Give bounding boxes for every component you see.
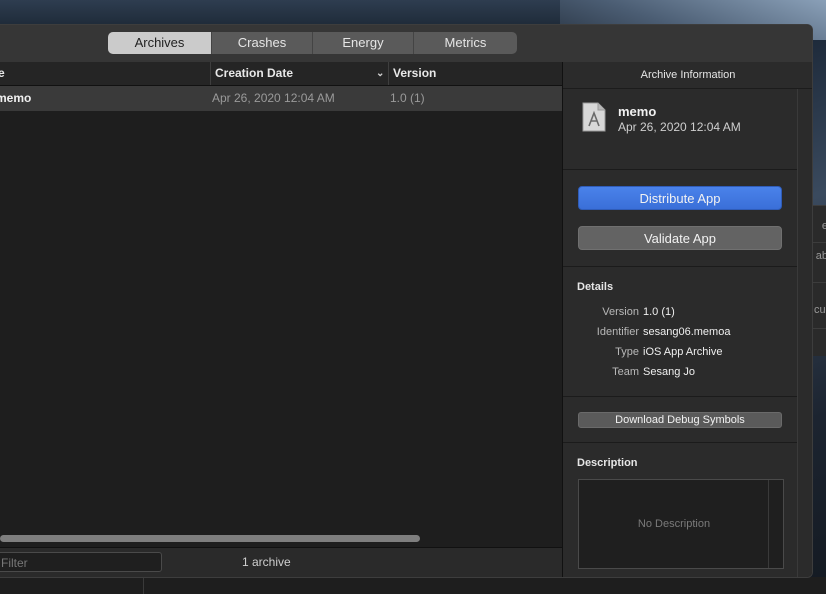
description-title: Description bbox=[577, 457, 638, 469]
distribute-app-button[interactable]: Distribute App bbox=[578, 186, 782, 210]
validate-app-button[interactable]: Validate App bbox=[578, 226, 782, 250]
divider bbox=[563, 266, 797, 267]
column-header-name[interactable]: e bbox=[0, 62, 5, 85]
sort-chevron-icon[interactable]: ⌄ bbox=[376, 62, 384, 85]
description-scroll-track[interactable] bbox=[768, 480, 783, 568]
table-row[interactable]: memo Apr 26, 2020 12:04 AM 1.0 (1) bbox=[0, 86, 562, 111]
detail-key: Identifier bbox=[596, 326, 639, 338]
detail-row-team: Team Sesang Jo bbox=[563, 366, 797, 382]
inspector-scroll-track[interactable] bbox=[797, 89, 798, 577]
description-placeholder: No Description bbox=[637, 518, 711, 530]
background-fragment: ab bbox=[815, 250, 826, 262]
organizer-window: Archives Crashes Energy Metrics e Creati… bbox=[0, 24, 813, 578]
row-name: memo bbox=[0, 91, 32, 105]
archive-document-icon bbox=[582, 102, 606, 132]
detail-key: Version bbox=[602, 306, 639, 318]
toolbar: Archives Crashes Energy Metrics bbox=[0, 25, 812, 63]
filter-field[interactable]: Filter bbox=[0, 552, 162, 572]
column-header-version[interactable]: Version bbox=[388, 62, 436, 85]
detail-key: Type bbox=[615, 346, 639, 358]
list-footer: Filter 1 archive bbox=[0, 547, 562, 577]
background-separator bbox=[143, 577, 144, 594]
detail-value: 1.0 (1) bbox=[643, 306, 675, 318]
detail-row-identifier: Identifier sesang06.memoa bbox=[563, 326, 797, 342]
detail-value: Sesang Jo bbox=[643, 366, 695, 378]
divider bbox=[563, 169, 797, 170]
tab-archives[interactable]: Archives bbox=[108, 32, 212, 54]
background-fragment: cul bbox=[813, 304, 826, 316]
desktop-background-top bbox=[0, 0, 560, 26]
detail-value: iOS App Archive bbox=[643, 346, 723, 358]
horizontal-scrollbar[interactable] bbox=[0, 535, 420, 542]
description-field[interactable]: No Description bbox=[578, 479, 784, 569]
detail-key: Team bbox=[612, 366, 639, 378]
column-header-creation-date[interactable]: Creation Date bbox=[210, 62, 385, 85]
archive-date: Apr 26, 2020 12:04 AM bbox=[618, 120, 741, 134]
divider bbox=[563, 442, 797, 443]
row-creation-date: Apr 26, 2020 12:04 AM bbox=[212, 91, 335, 105]
details-title: Details bbox=[577, 281, 614, 293]
tab-crashes[interactable]: Crashes bbox=[212, 32, 313, 54]
divider bbox=[563, 396, 797, 397]
detail-row-type: Type iOS App Archive bbox=[563, 346, 797, 362]
category-segmented-control: Archives Crashes Energy Metrics bbox=[108, 32, 517, 54]
row-version: 1.0 (1) bbox=[390, 91, 425, 105]
detail-value: sesang06.memoa bbox=[643, 326, 731, 338]
archive-inspector: Archive Information memo Apr 26, 2020 12… bbox=[562, 62, 812, 577]
background-bottom-strip bbox=[0, 577, 826, 594]
download-debug-symbols-button[interactable]: Download Debug Symbols bbox=[578, 412, 782, 428]
detail-row-version: Version 1.0 (1) bbox=[563, 306, 797, 322]
archives-list: e Creation Date ⌄ Version memo Apr 26, 2… bbox=[0, 62, 562, 577]
archive-count: 1 archive bbox=[242, 555, 291, 569]
list-header: e Creation Date ⌄ Version bbox=[0, 62, 562, 86]
tab-metrics[interactable]: Metrics bbox=[414, 32, 517, 54]
inspector-title: Archive Information bbox=[563, 62, 812, 89]
archive-name: memo bbox=[618, 104, 657, 119]
background-fragment: e bbox=[821, 220, 826, 232]
tab-energy[interactable]: Energy bbox=[313, 32, 414, 54]
